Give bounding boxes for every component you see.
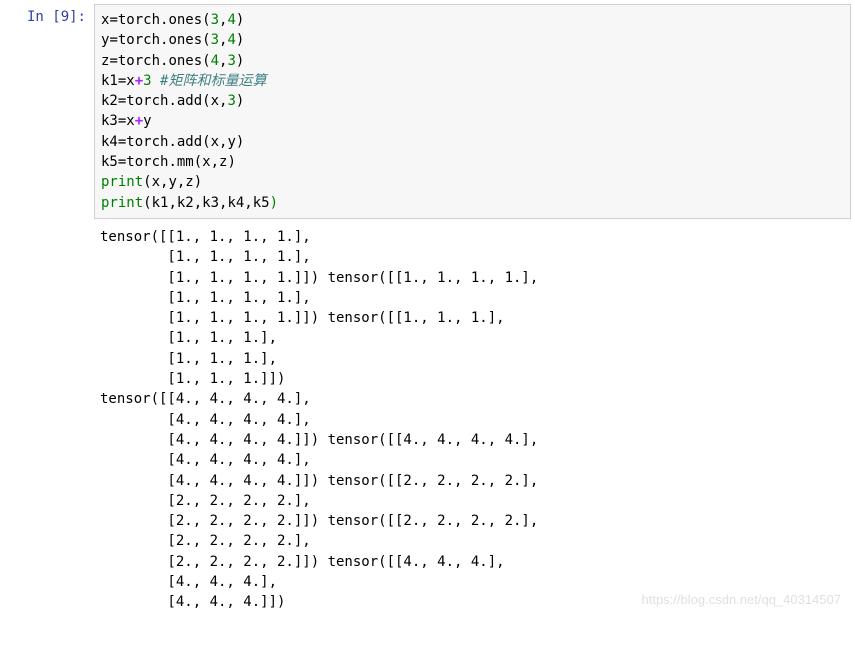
code-token: x — [211, 134, 219, 150]
code-token: ) — [194, 174, 202, 190]
code-token: torch.add — [126, 134, 202, 150]
code-token: 4 — [211, 53, 219, 69]
code-token: k5 — [101, 154, 118, 170]
code-token: + — [135, 113, 143, 129]
code-comment: #矩阵和标量运算 — [160, 73, 266, 89]
code-token: 4 — [227, 32, 235, 48]
output-area: tensor([[1., 1., 1., 1.], [1., 1., 1., 1… — [94, 219, 851, 618]
code-token: ) — [236, 93, 244, 109]
code-token: ) — [236, 32, 244, 48]
code-token: ( — [202, 32, 210, 48]
code-token: k2 — [101, 93, 118, 109]
code-token: print — [101, 195, 143, 211]
code-token: torch.mm — [126, 154, 193, 170]
code-cell: In [9]: x=torch.ones(3,4) y=torch.ones(3… — [4, 4, 851, 219]
code-token: ) — [236, 12, 244, 28]
code-token: + — [135, 73, 143, 89]
code-token: k4 — [101, 134, 118, 150]
code-token: x,y,z — [152, 174, 194, 190]
code-token: x — [126, 113, 134, 129]
code-token: torch.ones — [118, 53, 202, 69]
code-token: y — [227, 134, 235, 150]
output-prompt — [4, 219, 94, 618]
code-token: torch.ones — [118, 12, 202, 28]
code-token: ) — [236, 53, 244, 69]
code-token: = — [109, 32, 117, 48]
code-token: = — [109, 53, 117, 69]
code-token — [152, 73, 160, 89]
code-token: torch.ones — [118, 32, 202, 48]
code-token: , — [211, 154, 219, 170]
code-token: 3 — [227, 93, 235, 109]
code-token: y — [143, 113, 151, 129]
code-token: ( — [202, 93, 210, 109]
code-token: ( — [202, 53, 210, 69]
code-token: ( — [194, 154, 202, 170]
code-token: ( — [202, 134, 210, 150]
code-token: k1,k2,k3,k4,k5 — [152, 195, 270, 211]
code-token: ( — [143, 174, 151, 190]
code-token: ) — [227, 154, 235, 170]
code-token: ) — [270, 195, 278, 211]
watermark: https://blog.csdn.net/qq_40314507 — [642, 591, 842, 610]
code-input[interactable]: x=torch.ones(3,4) y=torch.ones(3,4) z=to… — [94, 4, 851, 219]
input-prompt: In [9]: — [4, 4, 94, 30]
code-token: k3 — [101, 113, 118, 129]
code-token: 3 — [143, 73, 151, 89]
code-token: x — [202, 154, 210, 170]
code-token: = — [109, 12, 117, 28]
code-token: 3 — [211, 12, 219, 28]
code-token: ( — [143, 195, 151, 211]
code-token: 3 — [211, 32, 219, 48]
output-row: tensor([[1., 1., 1., 1.], [1., 1., 1., 1… — [4, 219, 851, 618]
code-token: k1 — [101, 73, 118, 89]
code-token: torch.add — [126, 93, 202, 109]
code-token: print — [101, 174, 143, 190]
code-token: 4 — [227, 12, 235, 28]
code-token: x — [211, 93, 219, 109]
code-token: ) — [236, 134, 244, 150]
output-text: tensor([[1., 1., 1., 1.], [1., 1., 1., 1… — [100, 229, 538, 610]
code-token: ( — [202, 12, 210, 28]
code-token: 3 — [227, 53, 235, 69]
code-token: x — [126, 73, 134, 89]
